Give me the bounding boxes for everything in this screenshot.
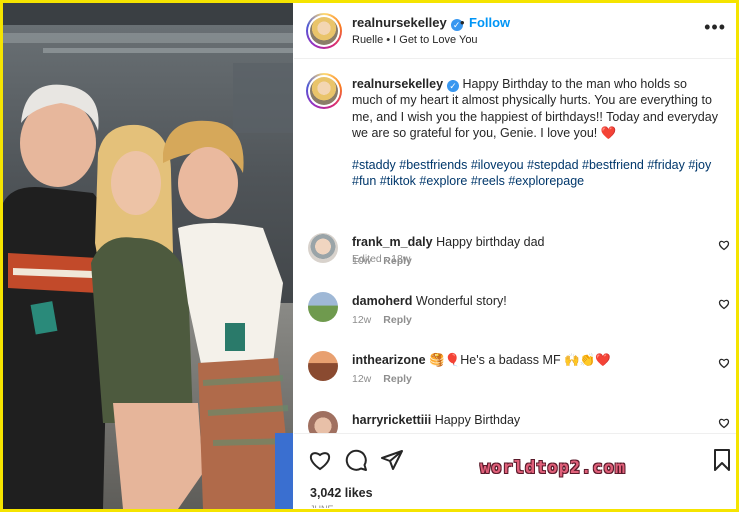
comment-text: Happy birthday dad	[436, 235, 545, 249]
comment-item: frank_m_daly Happy birthday dad 10w Reply	[294, 233, 736, 283]
post-detail-panel: realnursekelley ✓ • Follow Ruelle • I Get…	[294, 3, 736, 509]
commenter-avatar[interactable]	[308, 351, 338, 381]
comment-icon[interactable]	[344, 448, 368, 472]
comment-age: 10w	[352, 255, 372, 267]
comment-item: inthearizone 🥞🎈He's a badass MF 🙌👏❤️ 12w…	[294, 351, 736, 401]
like-comment-heart-icon[interactable]	[718, 298, 730, 310]
reply-button[interactable]: Reply	[383, 255, 412, 267]
comment-username[interactable]: harryrickettiii	[352, 413, 431, 427]
like-heart-icon[interactable]	[308, 448, 332, 472]
comment-age: 12w	[352, 314, 372, 326]
commenter-avatar[interactable]	[308, 292, 338, 322]
comment-username[interactable]: frank_m_daly	[352, 235, 433, 249]
author-avatar[interactable]	[306, 13, 342, 49]
reply-button[interactable]: Reply	[383, 373, 412, 385]
reply-button[interactable]: Reply	[383, 314, 412, 326]
commenter-avatar[interactable]	[308, 233, 338, 263]
caption-avatar[interactable]	[306, 73, 342, 109]
audio-track-link[interactable]: Ruelle • I Get to Love You	[352, 34, 478, 46]
comment-username[interactable]: inthearizone	[352, 353, 426, 367]
like-comment-heart-icon[interactable]	[718, 417, 730, 429]
comment-text: Wonderful story!	[415, 294, 507, 308]
site-watermark: worldtop2.com	[480, 458, 627, 478]
more-options-icon[interactable]: •••	[704, 17, 726, 38]
post-date: JUNE 3	[310, 504, 340, 508]
commenter-avatar[interactable]	[308, 411, 338, 433]
comment-username[interactable]: damoherd	[352, 294, 412, 308]
share-send-icon[interactable]	[380, 448, 404, 472]
like-comment-heart-icon[interactable]	[718, 239, 730, 251]
caption-hashtags[interactable]: #staddy #bestfriends #iloveyou #stepdad …	[352, 157, 720, 190]
post-action-bar: worldtop2.com 3,042 likes JUNE 3	[294, 433, 736, 509]
comment-text: 🥞🎈He's a badass MF 🙌👏❤️	[429, 353, 611, 367]
author-username-text[interactable]: realnursekelley	[352, 15, 447, 30]
follow-button[interactable]: Follow	[469, 15, 510, 30]
comment-text: Happy Birthday	[434, 413, 521, 427]
comment-age: 12w	[352, 373, 372, 385]
author-username[interactable]: realnursekelley ✓	[352, 15, 463, 31]
caption-text: realnursekelley ✓ Happy Birthday to the m…	[352, 76, 720, 190]
verified-badge-icon: ✓	[447, 80, 460, 92]
like-comment-heart-icon[interactable]	[718, 357, 730, 369]
likes-count[interactable]: 3,042 likes	[310, 486, 373, 500]
save-bookmark-icon[interactable]	[710, 448, 734, 472]
post-header: realnursekelley ✓ • Follow Ruelle • I Get…	[294, 3, 736, 59]
post-photo[interactable]	[3, 3, 293, 509]
comment-item: damoherd Wonderful story! 12w Reply	[294, 292, 736, 342]
caption-username[interactable]: realnursekelley	[352, 77, 443, 91]
comment-item: harryrickettiii Happy Birthday	[294, 411, 736, 433]
header-separator: •	[460, 15, 465, 30]
